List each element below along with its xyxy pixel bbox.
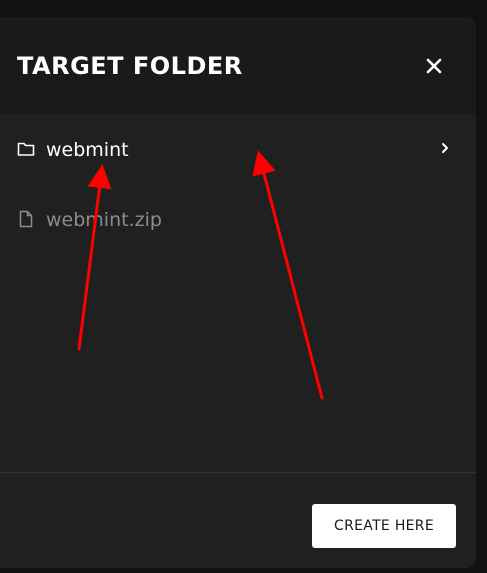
file-list: webmint webmint.zip [0,114,476,254]
folder-label: webmint [46,139,129,161]
target-folder-dialog: TARGET FOLDER webmint webmint.zip CREATE… [0,17,476,568]
chevron-right-icon [442,143,448,153]
folder-icon [17,142,35,156]
list-item-file-webmint-zip[interactable]: webmint.zip [0,184,476,254]
file-label: webmint.zip [46,209,162,231]
footer-divider [0,472,476,473]
dialog-title: TARGET FOLDER [17,52,243,80]
list-item-folder-webmint[interactable]: webmint [0,114,476,184]
dialog-header: TARGET FOLDER [0,17,476,114]
close-button[interactable] [419,51,449,81]
close-icon [426,58,442,74]
file-icon [19,210,33,228]
create-here-button[interactable]: CREATE HERE [312,504,456,548]
